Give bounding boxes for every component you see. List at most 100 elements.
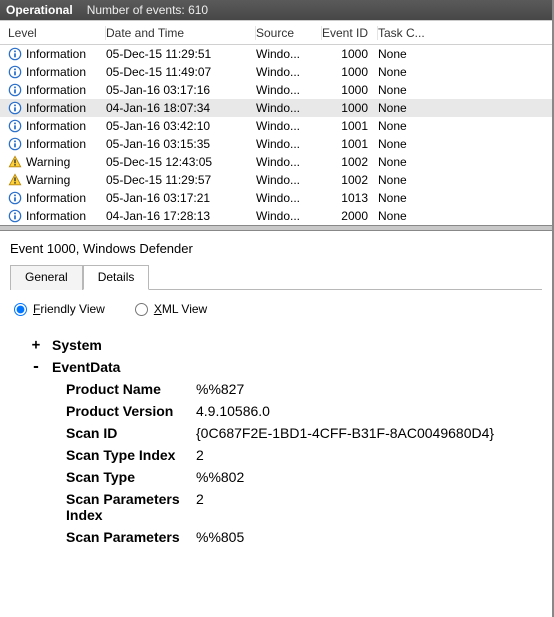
table-row[interactable]: Information05-Dec-15 11:29:51Windo...100…: [0, 45, 552, 63]
cell-eventid: 2000: [322, 209, 378, 223]
eventdata-key: Scan Parameters: [66, 529, 196, 545]
table-row[interactable]: Warning05-Dec-15 12:43:05Windo...1002Non…: [0, 153, 552, 171]
radio-xml-view[interactable]: XML View: [135, 302, 207, 316]
cell-eventid: 1013: [322, 191, 378, 205]
warning-icon: [8, 155, 22, 169]
cell-task: None: [378, 209, 438, 223]
cell-level: Information: [26, 101, 86, 115]
cell-task: None: [378, 137, 438, 151]
grid-header[interactable]: Level Date and Time Source Event ID Task…: [0, 21, 552, 45]
warning-icon: [8, 173, 22, 187]
radio-friendly-label: Friendly View: [33, 302, 105, 316]
cell-source: Windo...: [256, 137, 322, 151]
eventdata-key: Scan Type Index: [66, 447, 196, 463]
tab-general[interactable]: General: [10, 265, 83, 290]
radio-friendly-input[interactable]: [14, 303, 27, 316]
eventdata-value: 2: [196, 447, 204, 463]
table-row[interactable]: Information04-Jan-16 17:28:13Windo...200…: [0, 207, 552, 225]
table-row[interactable]: Information05-Dec-15 11:49:07Windo...100…: [0, 63, 552, 81]
info-icon: [8, 119, 22, 133]
cell-date: 05-Jan-16 03:15:35: [106, 137, 256, 151]
eventdata-row: Scan Type Index2: [30, 444, 542, 466]
cell-date: 05-Dec-15 11:29:51: [106, 47, 256, 61]
table-row[interactable]: Warning05-Dec-15 11:29:57Windo...1002Non…: [0, 171, 552, 189]
cell-task: None: [378, 173, 438, 187]
cell-level: Information: [26, 209, 86, 223]
eventdata-value: {0C687F2E-1BD1-4CFF-B31F-8AC0049680D4}: [196, 425, 494, 441]
panel-title: Operational: [6, 3, 73, 17]
eventdata-row: Scan Type%%802: [30, 466, 542, 488]
cell-eventid: 1000: [322, 101, 378, 115]
cell-source: Windo...: [256, 209, 322, 223]
table-row[interactable]: Information05-Jan-16 03:17:16Windo...100…: [0, 81, 552, 99]
info-icon: [8, 209, 22, 223]
detail-pane: Event 1000, Windows Defender General Det…: [0, 231, 552, 548]
panel-titlebar: Operational Number of events: 610: [0, 0, 552, 20]
eventdata-value: 4.9.10586.0: [196, 403, 270, 419]
cell-level: Information: [26, 191, 86, 205]
cell-date: 05-Jan-16 03:17:21: [106, 191, 256, 205]
info-icon: [8, 47, 22, 61]
cell-level: Information: [26, 119, 86, 133]
cell-task: None: [378, 83, 438, 97]
col-header-date[interactable]: Date and Time: [106, 26, 256, 40]
cell-eventid: 1000: [322, 47, 378, 61]
eventdata-row: Scan Parameters%%805: [30, 526, 542, 548]
eventdata-row: Product Version4.9.10586.0: [30, 400, 542, 422]
cell-eventid: 1001: [322, 119, 378, 133]
eventdata-value: %%805: [196, 529, 244, 545]
detail-tabs: General Details: [10, 264, 542, 290]
cell-date: 05-Jan-16 03:42:10: [106, 119, 256, 133]
cell-level: Warning: [26, 173, 70, 187]
cell-source: Windo...: [256, 191, 322, 205]
cell-task: None: [378, 119, 438, 133]
node-eventdata[interactable]: - EventData: [30, 356, 542, 378]
col-header-task[interactable]: Task C...: [378, 26, 438, 40]
cell-task: None: [378, 155, 438, 169]
cell-task: None: [378, 191, 438, 205]
eventdata-value: 2: [196, 491, 204, 507]
eventdata-key: Scan ID: [66, 425, 196, 441]
node-system[interactable]: + System: [30, 334, 542, 356]
table-row[interactable]: Information05-Jan-16 03:15:35Windo...100…: [0, 135, 552, 153]
info-icon: [8, 137, 22, 151]
tab-details[interactable]: Details: [83, 265, 150, 290]
cell-level: Information: [26, 137, 86, 151]
cell-level: Warning: [26, 155, 70, 169]
eventdata-row: Scan Parameters Index2: [30, 488, 542, 526]
table-row[interactable]: Information 05-Jan-16 03:17:21Windo...101…: [0, 189, 552, 207]
cell-source: Windo...: [256, 83, 322, 97]
table-row[interactable]: Information04-Jan-16 18:07:34Windo...100…: [0, 99, 552, 117]
eventdata-value: %%827: [196, 381, 244, 397]
cell-eventid: 1000: [322, 83, 378, 97]
eventdata-key: Product Name: [66, 381, 196, 397]
cell-task: None: [378, 65, 438, 79]
cell-date: 05-Jan-16 03:17:16: [106, 83, 256, 97]
eventdata-key: Scan Parameters Index: [66, 491, 196, 523]
cell-eventid: 1002: [322, 155, 378, 169]
cell-date: 04-Jan-16 18:07:34: [106, 101, 256, 115]
node-eventdata-label: EventData: [52, 359, 120, 375]
col-header-source[interactable]: Source: [256, 26, 322, 40]
node-system-label: System: [52, 337, 102, 353]
cell-date: 05-Dec-15 11:29:57: [106, 173, 256, 187]
radio-xml-input[interactable]: [135, 303, 148, 316]
eventdata-value: %%802: [196, 469, 244, 485]
radio-friendly-view[interactable]: Friendly View: [14, 302, 105, 316]
eventdata-row: Scan ID{0C687F2E-1BD1-4CFF-B31F-8AC00496…: [30, 422, 542, 444]
cell-eventid: 1002: [322, 173, 378, 187]
cell-source: Windo...: [256, 65, 322, 79]
table-row[interactable]: Information05-Jan-16 03:42:10Windo...100…: [0, 117, 552, 135]
eventdata-key: Product Version: [66, 403, 196, 419]
info-icon: [8, 191, 22, 205]
expand-icon[interactable]: +: [30, 337, 42, 353]
collapse-icon[interactable]: -: [30, 359, 42, 375]
cell-level: Information: [26, 65, 86, 79]
radio-xml-label: XML View: [154, 302, 207, 316]
event-data-tree: + System - EventData Product Name%%827Pr…: [10, 330, 542, 548]
col-header-eventid[interactable]: Event ID: [322, 26, 378, 40]
cell-eventid: 1000: [322, 65, 378, 79]
cell-level: Information: [26, 47, 86, 61]
info-icon: [8, 83, 22, 97]
col-header-level[interactable]: Level: [8, 26, 106, 40]
